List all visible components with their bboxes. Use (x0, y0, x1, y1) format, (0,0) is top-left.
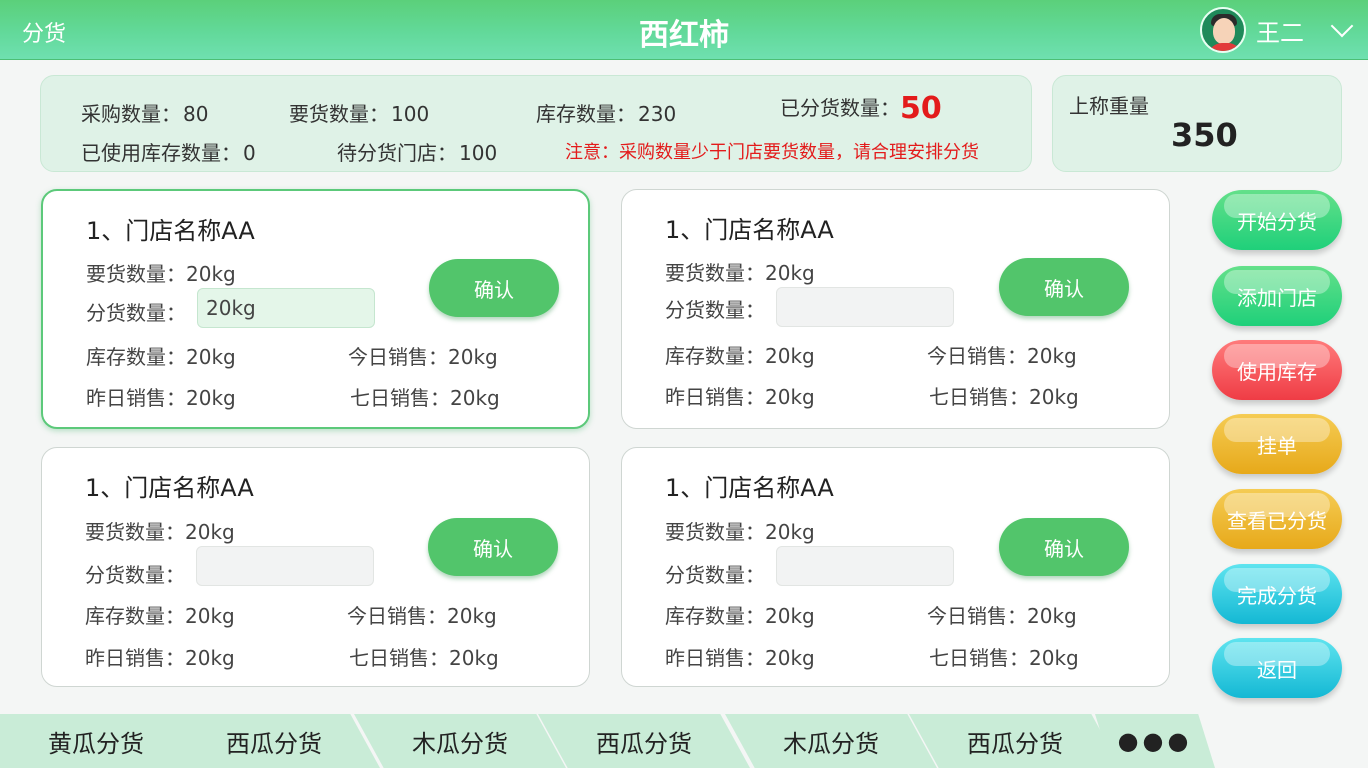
store-card[interactable]: 1、门店名称AA 要货数量：20kg 分货数量： 确认 库存数量：20kg 今日… (41, 189, 590, 429)
store-stock: 库存数量：20kg (665, 344, 815, 368)
store-name: 1、门店名称AA (665, 474, 834, 502)
store-week-sales: 七日销售：20kg (929, 385, 1079, 409)
store-name: 1、门店名称AA (86, 217, 255, 245)
store-week-sales: 七日销售：20kg (929, 646, 1079, 670)
store-card[interactable]: 1、门店名称AA 要货数量：20kg 分货数量： 确认 库存数量：20kg 今日… (41, 447, 590, 687)
user-name[interactable]: 王二 (1256, 13, 1304, 48)
product-tabs: 黄瓜分货 西瓜分货 木瓜分货 西瓜分货 木瓜分货 西瓜分货 ●●● (0, 714, 1368, 768)
store-stock: 库存数量：20kg (86, 345, 236, 369)
more-tabs-icon[interactable]: ●●● (1095, 714, 1215, 768)
used-stock-quantity: 已使用库存数量： 0 (81, 141, 256, 165)
store-week-sales: 七日销售：20kg (350, 386, 500, 410)
store-card[interactable]: 1、门店名称AA 要货数量：20kg 分货数量： 确认 库存数量：20kg 今日… (621, 447, 1170, 687)
confirm-button[interactable]: 确认 (999, 258, 1129, 316)
back-button[interactable]: 返回 (1212, 638, 1342, 698)
store-yesterday-sales: 昨日销售：20kg (665, 385, 815, 409)
distribute-label: 分货数量： (665, 298, 765, 322)
store-card[interactable]: 1、门店名称AA 要货数量：20kg 分货数量： 确认 库存数量：20kg 今日… (621, 189, 1170, 429)
store-today-sales: 今日销售：20kg (927, 344, 1077, 368)
store-demand: 要货数量：20kg (665, 520, 815, 544)
distribute-quantity-input[interactable] (776, 546, 954, 586)
chevron-down-icon[interactable] (1330, 14, 1354, 38)
store-demand: 要货数量：20kg (85, 520, 235, 544)
store-today-sales: 今日销售：20kg (348, 345, 498, 369)
store-name: 1、门店名称AA (85, 474, 254, 502)
scale-weight-value: 350 (1171, 116, 1238, 154)
store-yesterday-sales: 昨日销售：20kg (665, 646, 815, 670)
scale-weight-panel: 上称重量 350 (1052, 75, 1342, 172)
store-name: 1、门店名称AA (665, 216, 834, 244)
use-stock-button[interactable]: 使用库存 (1212, 340, 1342, 400)
scale-weight-label: 上称重量 (1069, 94, 1149, 118)
confirm-button[interactable]: 确认 (429, 259, 559, 317)
breadcrumb[interactable]: 分货 (22, 16, 66, 48)
distribute-label: 分货数量： (86, 301, 186, 325)
confirm-button[interactable]: 确认 (999, 518, 1129, 576)
distribute-quantity-input[interactable] (776, 287, 954, 327)
hold-order-button[interactable]: 挂单 (1212, 414, 1342, 474)
pending-stores: 待分货门店： 100 (337, 141, 498, 165)
view-distributed-button[interactable]: 查看已分货 (1212, 489, 1342, 549)
store-yesterday-sales: 昨日销售：20kg (85, 646, 235, 670)
store-today-sales: 今日销售：20kg (927, 604, 1077, 628)
distribute-label: 分货数量： (85, 563, 185, 587)
page-title: 西红柿 (639, 18, 729, 53)
store-demand: 要货数量：20kg (86, 262, 236, 286)
top-header: 分货 西红柿 王二 (0, 0, 1368, 60)
finish-distribution-button[interactable]: 完成分货 (1212, 564, 1342, 624)
start-distribution-button[interactable]: 开始分货 (1212, 190, 1342, 250)
demand-quantity: 要货数量： 100 (289, 102, 430, 126)
tab-cucumber[interactable]: 黄瓜分货 (0, 714, 200, 768)
distributed-value: 50 (900, 91, 942, 126)
store-yesterday-sales: 昨日销售：20kg (86, 386, 236, 410)
distributed-quantity: 已分货数量：50 (780, 91, 942, 126)
distribute-quantity-input[interactable] (197, 288, 375, 328)
shortage-notice: 注意：采购数量少于门店要货数量，请合理安排分货 (565, 142, 979, 163)
user-menu[interactable]: 王二 (1200, 6, 1354, 54)
store-stock: 库存数量：20kg (85, 604, 235, 628)
store-demand: 要货数量：20kg (665, 261, 815, 285)
store-week-sales: 七日销售：20kg (349, 646, 499, 670)
purchase-quantity: 采购数量： 80 (81, 102, 209, 126)
tab-watermelon[interactable]: 西瓜分货 (168, 714, 380, 768)
stock-quantity: 库存数量： 230 (536, 102, 677, 126)
add-store-button[interactable]: 添加门店 (1212, 266, 1342, 326)
confirm-button[interactable]: 确认 (428, 518, 558, 576)
tab-watermelon[interactable]: 西瓜分货 (538, 714, 750, 768)
store-stock: 库存数量：20kg (665, 604, 815, 628)
distribute-label: 分货数量： (665, 563, 765, 587)
tab-watermelon[interactable]: 西瓜分货 (909, 714, 1121, 768)
tab-papaya[interactable]: 木瓜分货 (725, 714, 937, 768)
tab-papaya[interactable]: 木瓜分货 (354, 714, 566, 768)
distribute-quantity-input[interactable] (196, 546, 374, 586)
avatar[interactable] (1200, 7, 1246, 53)
summary-panel: 采购数量： 80 要货数量： 100 库存数量： 230 已分货数量：50 已使用库存… (40, 75, 1032, 172)
store-today-sales: 今日销售：20kg (347, 604, 497, 628)
